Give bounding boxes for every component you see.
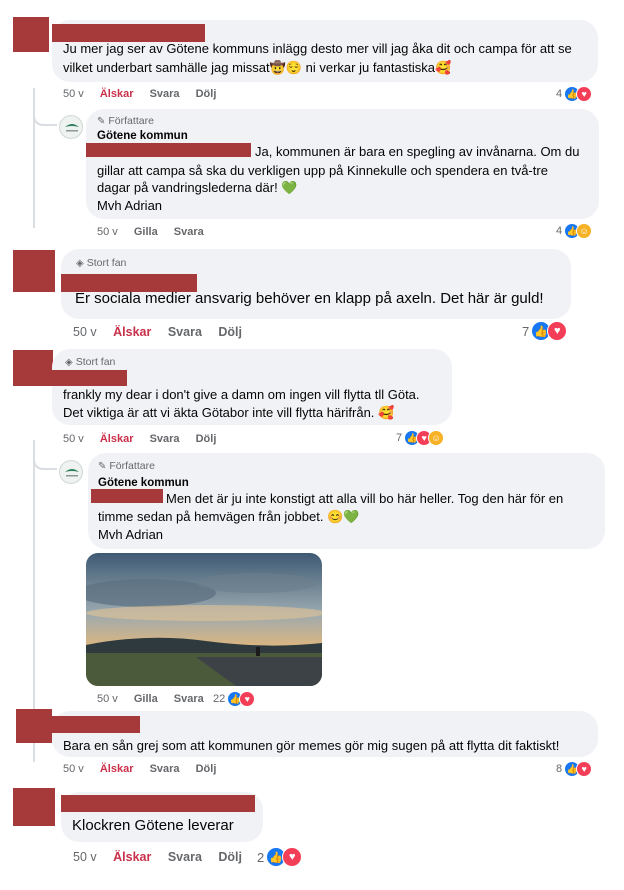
reply-text: timme sedan på hemvägen från jobbet. 😊💚 <box>98 509 360 524</box>
reaction-summary[interactable]: 7 👍 ♥ <box>522 321 568 341</box>
author-name[interactable]: Götene kommun <box>97 130 188 142</box>
reaction-summary[interactable]: 8 👍 ♥ <box>556 761 593 777</box>
hide-action[interactable]: Dölj <box>196 433 217 445</box>
author-badge: ✎ Författare <box>98 460 155 472</box>
redacted-author-name <box>52 716 140 733</box>
comment-text: frankly my dear i don't give a damn om i… <box>63 387 420 402</box>
like-action[interactable]: Gilla <box>134 693 158 705</box>
reply-action[interactable]: Svara <box>150 433 180 445</box>
redacted-avatar <box>13 350 53 386</box>
reaction-count: 8 <box>556 763 563 775</box>
reaction-count: 4 <box>556 88 563 100</box>
gotene-kommun-avatar[interactable] <box>59 115 83 139</box>
reply-text: dagar på vandringslederna där! 💚 <box>97 180 298 195</box>
comment-age[interactable]: 50 v <box>97 226 118 238</box>
reaction-count: 4 <box>556 225 563 237</box>
reaction-count: 7 <box>522 323 530 339</box>
fan-badge-label: Stort fan <box>75 356 116 368</box>
comment-actions: 50 v Älskar Svara Dölj <box>63 763 229 775</box>
diamond-icon: ◈ <box>65 357 73 368</box>
redacted-author-name <box>52 370 127 386</box>
like-action[interactable]: Gilla <box>134 226 158 238</box>
reply-action[interactable]: Svara <box>168 850 202 864</box>
redacted-avatar <box>13 788 55 826</box>
reaction-count: 2 <box>257 849 265 865</box>
care-icon: ☺ <box>428 430 445 446</box>
redacted-avatar <box>13 250 55 292</box>
reaction-count: 22 <box>213 693 226 705</box>
comment-text: Ju mer jag ser av Götene kommuns inlägg … <box>63 41 572 56</box>
redacted-author-name <box>61 795 255 812</box>
gotene-kommun-avatar[interactable] <box>59 460 83 484</box>
author-badge-label: Författare <box>109 460 155 472</box>
comment-text: vilket underbart samhälle jag missat🤠😌 n… <box>63 60 452 75</box>
reply-action[interactable]: Svara <box>150 763 180 775</box>
reaction-summary[interactable]: 22 👍 ♥ <box>213 691 256 707</box>
love-action[interactable]: Älskar <box>113 325 151 339</box>
diamond-icon: ◈ <box>76 258 84 269</box>
heart-icon: ♥ <box>576 86 593 102</box>
love-action[interactable]: Älskar <box>100 433 134 445</box>
hide-action[interactable]: Dölj <box>196 763 217 775</box>
comment-age[interactable]: 50 v <box>63 88 84 100</box>
comment-actions: 50 v Älskar Svara Dölj <box>73 850 255 864</box>
heart-icon: ♥ <box>282 847 303 867</box>
reaction-summary[interactable]: 4 👍 ♥ <box>556 86 593 102</box>
comment-text: Klockren Götene leverar <box>72 817 234 834</box>
care-icon: ☺ <box>576 223 593 239</box>
hide-action[interactable]: Dölj <box>218 850 242 864</box>
comment-text: Bara en sån grej som att kommunen gör me… <box>63 738 560 753</box>
redacted-mention <box>91 489 163 503</box>
love-action[interactable]: Älskar <box>100 763 134 775</box>
fan-badge: ◈ Stort fan <box>76 257 126 269</box>
redacted-avatar <box>13 17 49 52</box>
reply-action[interactable]: Svara <box>174 226 204 238</box>
comment-age[interactable]: 50 v <box>73 325 97 339</box>
redacted-avatar <box>16 709 52 743</box>
fan-badge-label: Stort fan <box>86 257 127 269</box>
comment-actions: 50 v Älskar Svara Dölj <box>73 325 255 339</box>
heart-icon: ♥ <box>239 691 256 707</box>
reply-text: Ja, kommunen är bara en spegling av invå… <box>255 144 580 159</box>
reply-action[interactable]: Svara <box>150 88 180 100</box>
heart-icon: ♥ <box>547 321 568 341</box>
reply-actions: 50 v Gilla Svara <box>97 693 217 705</box>
redacted-mention <box>86 143 251 157</box>
thread-connector <box>33 440 57 470</box>
comment-age[interactable]: 50 v <box>97 693 118 705</box>
pencil-icon: ✎ <box>98 461 107 472</box>
reaction-summary[interactable]: 2 👍 ♥ <box>257 847 303 867</box>
pencil-icon: ✎ <box>97 116 106 127</box>
heart-icon: ♥ <box>576 761 593 777</box>
fan-badge: ◈ Stort fan <box>65 356 115 368</box>
author-name[interactable]: Götene kommun <box>98 477 189 489</box>
comment-age[interactable]: 50 v <box>63 763 84 775</box>
reply-actions: 50 v Gilla Svara <box>97 226 217 238</box>
comment-age[interactable]: 50 v <box>73 850 97 864</box>
comment-actions: 50 v Älskar Svara Dölj <box>63 88 229 100</box>
comment-age[interactable]: 50 v <box>63 433 84 445</box>
reply-signature: Mvh Adrian <box>98 527 164 542</box>
reply-action[interactable]: Svara <box>168 325 202 339</box>
reply-text: Men det är ju inte konstigt att alla vil… <box>166 491 564 506</box>
love-action[interactable]: Älskar <box>100 88 134 100</box>
author-badge-label: Författare <box>108 115 154 127</box>
reaction-summary[interactable]: 4 👍 ☺ <box>556 223 593 239</box>
reply-signature: Mvh Adrian <box>97 198 163 213</box>
attached-photo[interactable] <box>86 553 322 686</box>
comment-text: Er sociala medier ansvarig behöver en kl… <box>75 290 544 307</box>
hide-action[interactable]: Dölj <box>196 88 217 100</box>
reaction-summary[interactable]: 7 👍 ♥ ☺ <box>396 430 445 446</box>
love-action[interactable]: Älskar <box>113 850 151 864</box>
author-badge: ✎ Författare <box>97 115 154 127</box>
hide-action[interactable]: Dölj <box>218 325 242 339</box>
comment-actions: 50 v Älskar Svara Dölj <box>63 433 229 445</box>
reply-action[interactable]: Svara <box>174 693 204 705</box>
thread-connector <box>33 100 57 126</box>
reaction-count: 7 <box>396 432 403 444</box>
comment-text: Det viktiga är att vi äkta Götabor inte … <box>63 405 395 420</box>
